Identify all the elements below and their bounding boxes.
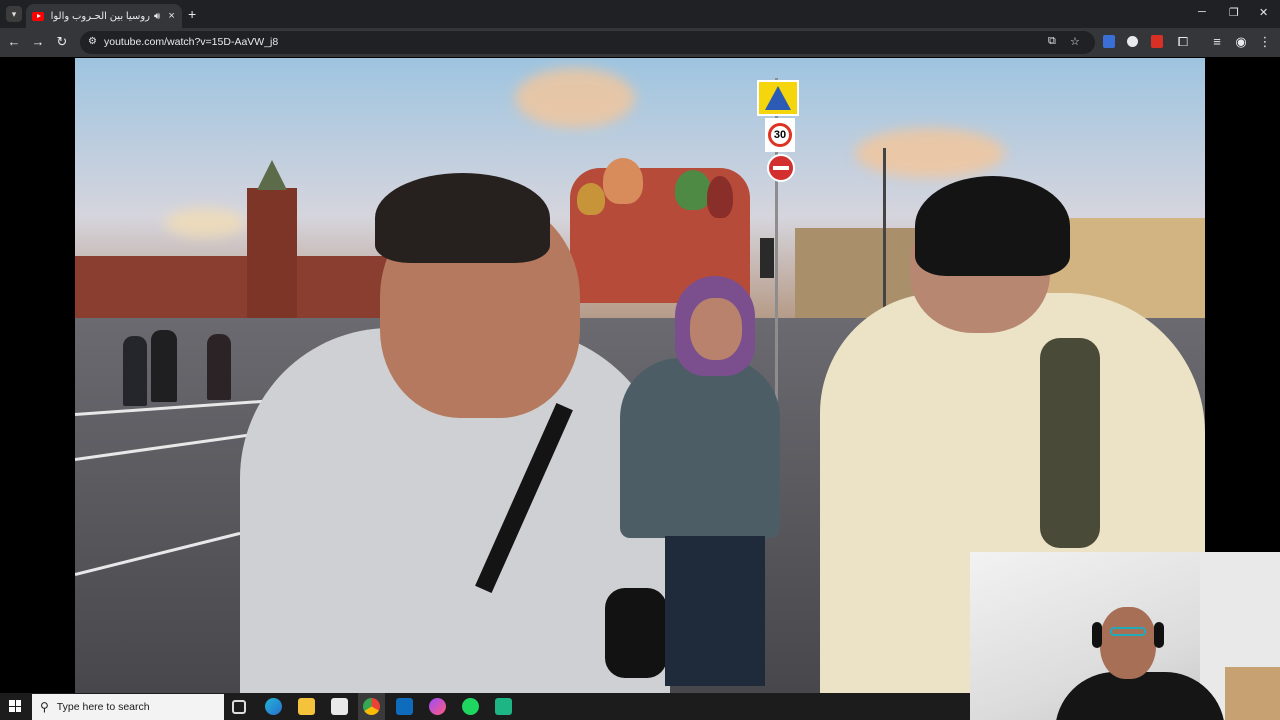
restore-button[interactable]: ❐ [1229,6,1239,19]
chrome-icon[interactable] [363,698,380,715]
spotify-icon[interactable] [462,698,479,715]
store-icon[interactable] [331,698,348,715]
minimize-button[interactable]: ─ [1198,6,1206,18]
speaker-icon[interactable]: 🔊︎ [154,11,160,22]
traffic-light [760,238,774,278]
extension-icon[interactable] [1127,36,1138,47]
cathedral-dome [707,176,733,218]
new-tab-button[interactable]: + [188,6,196,22]
cloud [515,68,635,128]
browser-toolbar: ← → ↻ ⚙ youtube.com/watch?v=15D-AaVW_j8 … [0,28,1280,57]
outlook-icon[interactable] [396,698,413,715]
webcam-person-face [1100,607,1156,679]
translate-extension-icon[interactable] [1103,35,1115,48]
speed-limit-value: 30 [768,123,792,147]
crosswalk-sign-icon [757,80,799,116]
black-glove [605,588,667,678]
browser-tab-active[interactable]: روسيا بين الحـروب والواقع | 🔊︎ × [26,4,182,28]
pedestrian [151,330,177,402]
youtube-favicon-icon [32,11,44,21]
adblock-extension-icon[interactable] [1151,35,1163,48]
messenger-icon[interactable] [429,698,446,715]
bookmark-star-icon[interactable]: ☆ [1070,35,1080,48]
windows-taskbar: ⚲ Type here to search [0,693,970,720]
webcam-overlay [970,552,1280,720]
install-app-icon[interactable]: ⧉ [1048,35,1056,48]
extensions-puzzle-icon[interactable]: ⧠ [1175,34,1191,50]
menu-kebab-icon[interactable]: ⋮ [1257,34,1273,50]
man-denim-jacket [620,358,780,538]
kremlin-tower [247,160,297,318]
green-app-icon[interactable] [495,698,512,715]
pedestrian [123,336,147,406]
backpack-strap [1040,338,1100,548]
address-bar[interactable]: ⚙ youtube.com/watch?v=15D-AaVW_j8 ⧉ ☆ [80,31,1095,54]
windows-start-icon[interactable] [9,700,21,712]
speed-limit-sign: 30 [765,118,795,152]
taskbar-search-box[interactable]: ⚲ Type here to search [32,694,224,720]
no-entry-sign-icon [767,154,795,182]
search-placeholder: Type here to search [56,701,150,713]
cathedral-dome [577,183,605,215]
file-explorer-icon[interactable] [298,698,315,715]
cloud [855,128,1005,178]
tab-search-button[interactable]: ▾ [6,6,22,22]
webcam-furniture [1225,667,1280,720]
browser-tabstrip: ▾ روسيا بين الحـروب والواقع | 🔊︎ × + ─ ❐… [0,0,1280,28]
black-beanie [915,176,1070,276]
pedestrian [207,334,231,400]
url-text[interactable]: youtube.com/watch?v=15D-AaVW_j8 [104,36,278,48]
denim-man-face [690,298,742,360]
cathedral-dome [603,158,643,204]
man-hair [375,173,550,263]
reload-icon[interactable]: ↻ [54,34,70,50]
site-info-icon[interactable]: ⚙ [88,36,97,47]
jeans [665,536,765,686]
headphones-icon [1154,622,1164,648]
tab-title: روسيا بين الحـروب والواقع | [50,10,150,22]
back-arrow-icon[interactable]: ← [6,34,22,49]
search-icon: ⚲ [40,700,49,714]
close-window-button[interactable]: ✕ [1259,6,1268,19]
street-lamp [883,148,886,318]
cloud [165,208,245,238]
forward-arrow-icon[interactable]: → [30,34,46,49]
profile-icon[interactable]: ◉ [1233,34,1249,50]
cathedral-dome [675,170,711,210]
tab-close-button[interactable]: × [168,10,174,22]
edge-icon[interactable] [265,698,282,715]
glasses [1110,627,1146,636]
task-view-icon[interactable] [232,700,246,714]
media-queue-icon[interactable]: ≡ [1209,34,1225,49]
headphones-icon [1092,622,1102,648]
